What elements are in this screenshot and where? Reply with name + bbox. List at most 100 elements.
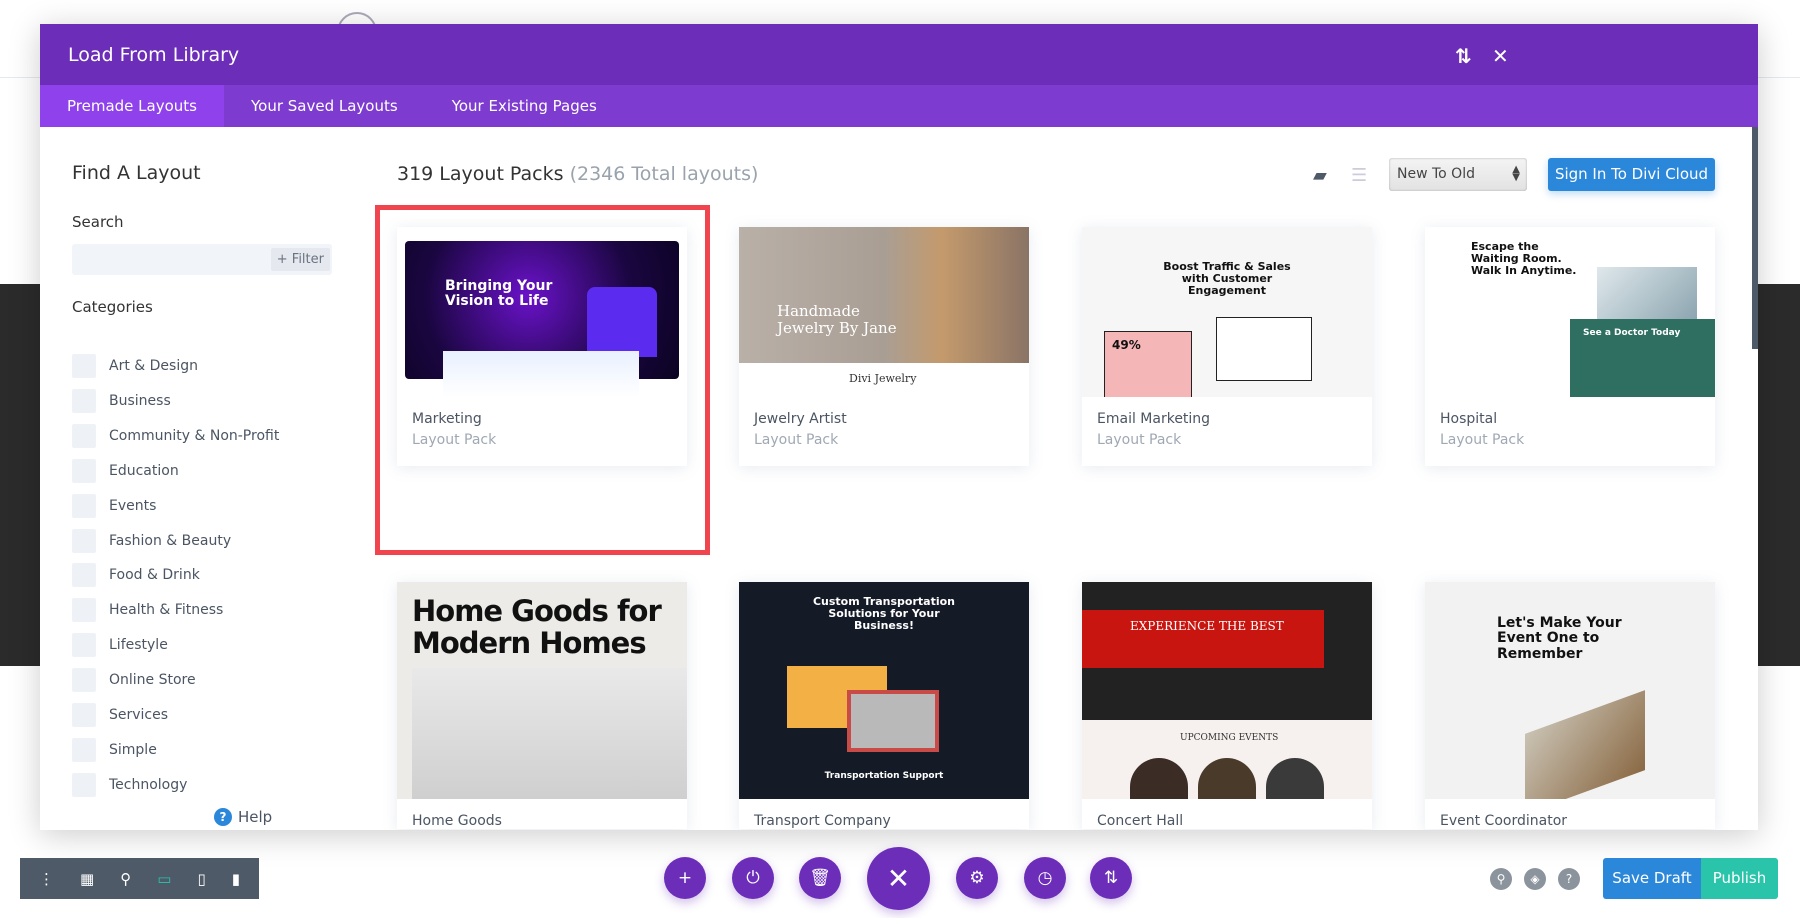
category-checkbox[interactable] bbox=[72, 668, 96, 693]
category-label: Simple bbox=[109, 741, 157, 758]
grid-view-icon[interactable]: ▰ bbox=[1313, 165, 1327, 186]
layout-card-email-marketing[interactable]: Boost Traffic & Sales with Customer Enga… bbox=[1082, 227, 1372, 466]
filter-button[interactable]: + Filter bbox=[270, 248, 330, 271]
scrollbar[interactable] bbox=[1752, 127, 1758, 349]
category-label: Food & Drink bbox=[109, 567, 200, 584]
category-item[interactable]: Services bbox=[72, 703, 168, 727]
help-icon[interactable]: ? bbox=[1558, 868, 1580, 890]
portability-icon[interactable]: ⏻ bbox=[732, 857, 774, 899]
tab-existing-pages[interactable]: Your Existing Pages bbox=[425, 85, 624, 127]
category-label: Online Store bbox=[109, 672, 196, 689]
trash-icon[interactable]: 🗑 bbox=[799, 857, 841, 899]
layout-card-event-coordinator[interactable]: Let's Make Your Event One to Remember Ev… bbox=[1425, 582, 1715, 829]
card-subtitle: Layout Pack bbox=[412, 432, 497, 448]
category-checkbox[interactable] bbox=[72, 633, 96, 658]
tab-bar: Premade Layouts Your Saved Layouts Your … bbox=[40, 85, 1758, 127]
close-icon[interactable]: ✕ bbox=[1492, 44, 1509, 68]
category-checkbox[interactable] bbox=[72, 458, 96, 483]
category-item[interactable]: Technology bbox=[72, 772, 187, 797]
history-icon[interactable]: ◷ bbox=[1024, 857, 1066, 899]
search-icon[interactable]: ⚲ bbox=[1490, 868, 1512, 890]
category-item[interactable]: Business bbox=[72, 388, 171, 413]
category-label: Education bbox=[109, 462, 179, 479]
category-checkbox[interactable] bbox=[72, 354, 96, 378]
category-item[interactable]: Education bbox=[72, 458, 179, 483]
card-subtitle: Layout Pack bbox=[1097, 432, 1182, 448]
search-input[interactable]: + Filter bbox=[72, 244, 332, 275]
settings-icon[interactable]: ⚙ bbox=[956, 857, 998, 899]
category-checkbox[interactable] bbox=[72, 493, 96, 518]
desktop-view-icon[interactable]: ▭ bbox=[157, 870, 171, 888]
card-thumbnail: Home Goods for Modern Homes bbox=[397, 582, 687, 799]
category-checkbox[interactable] bbox=[72, 388, 96, 413]
category-item[interactable]: Events bbox=[72, 493, 157, 518]
category-item[interactable]: Simple bbox=[72, 737, 157, 762]
search-label: Search bbox=[72, 213, 124, 231]
close-button[interactable]: ✕ bbox=[867, 847, 930, 910]
card-thumbnail: Let's Make Your Event One to Remember bbox=[1425, 582, 1715, 799]
pack-count: 319 Layout Packs bbox=[397, 163, 564, 185]
publish-button[interactable]: Publish bbox=[1701, 858, 1778, 899]
find-layout-heading: Find A Layout bbox=[72, 162, 201, 184]
layers-icon[interactable]: ◈ bbox=[1524, 868, 1546, 890]
sort-select[interactable]: New To Old ▲ ▼ bbox=[1389, 158, 1527, 191]
layout-card-jewelry-artist[interactable]: Handmade Jewelry By Jane Divi Jewelry Je… bbox=[739, 227, 1029, 466]
category-label: Art & Design bbox=[109, 358, 198, 374]
layout-card-concert-hall[interactable]: EXPERIENCE THE BEST UPCOMING EVENTS Conc… bbox=[1082, 582, 1372, 829]
sort-icon[interactable]: ⇅ bbox=[1090, 857, 1132, 899]
phone-view-icon[interactable]: ▮ bbox=[232, 870, 240, 888]
category-item[interactable]: Community & Non-Profit bbox=[72, 423, 279, 448]
sign-in-divi-cloud-button[interactable]: Sign In To Divi Cloud bbox=[1548, 158, 1715, 191]
category-item[interactable]: Art & Design bbox=[72, 354, 198, 378]
card-title: Marketing bbox=[412, 411, 482, 427]
thumb-subheadline: Divi Jewelry bbox=[849, 372, 917, 385]
category-label: Events bbox=[109, 497, 157, 514]
tablet-view-icon[interactable]: ▯ bbox=[197, 870, 205, 888]
tab-premade-layouts[interactable]: Premade Layouts bbox=[40, 85, 224, 127]
category-label: Lifestyle bbox=[109, 637, 168, 654]
thumb-headline: Escape the Waiting Room. Walk In Anytime… bbox=[1471, 240, 1577, 278]
layout-card-home-goods[interactable]: Home Goods for Modern Homes Home Goods bbox=[397, 582, 687, 829]
add-button[interactable]: + bbox=[664, 857, 706, 899]
categories-label: Categories bbox=[72, 298, 153, 316]
category-checkbox[interactable] bbox=[72, 528, 96, 553]
zoom-icon[interactable]: ⚲ bbox=[120, 870, 131, 888]
category-checkbox[interactable] bbox=[72, 423, 96, 448]
help-link[interactable]: ? Help bbox=[214, 808, 272, 826]
card-title: Email Marketing bbox=[1097, 411, 1211, 427]
card-title: Concert Hall bbox=[1097, 813, 1184, 829]
card-title: Home Goods bbox=[412, 813, 502, 829]
thumb-headline: Let's Make Your Event One to Remember bbox=[1497, 615, 1622, 662]
category-checkbox[interactable] bbox=[72, 772, 96, 797]
list-view-icon[interactable]: ☰ bbox=[1351, 165, 1367, 186]
category-item[interactable]: Online Store bbox=[72, 668, 196, 693]
category-label: Health & Fitness bbox=[109, 602, 224, 619]
category-checkbox[interactable] bbox=[72, 737, 96, 762]
layout-count: 319 Layout Packs (2346 Total layouts) bbox=[397, 163, 758, 185]
load-from-library-modal: Load From Library ⇅ ✕ Premade Layouts Yo… bbox=[40, 24, 1758, 830]
help-icon: ? bbox=[214, 808, 232, 826]
category-item[interactable]: Lifestyle bbox=[72, 633, 168, 658]
layout-card-marketing[interactable]: Bringing Your Vision to Life Marketing L… bbox=[397, 227, 687, 466]
category-label: Business bbox=[109, 392, 171, 409]
layout-card-transport-company[interactable]: Custom Transportation Solutions for Your… bbox=[739, 582, 1029, 829]
wireframe-view-icon[interactable]: ▦ bbox=[80, 870, 94, 888]
view-toolbar: ⋮ ▦ ⚲ ▭ ▯ ▮ bbox=[20, 858, 259, 899]
sort-icon[interactable]: ⇅ bbox=[1455, 44, 1472, 68]
thumb-headline: EXPERIENCE THE BEST bbox=[1130, 619, 1284, 633]
category-checkbox[interactable] bbox=[72, 563, 96, 588]
thumb-stat: 49% bbox=[1112, 338, 1141, 352]
tab-saved-layouts[interactable]: Your Saved Layouts bbox=[224, 85, 425, 127]
layout-card-hospital[interactable]: Escape the Waiting Room. Walk In Anytime… bbox=[1425, 227, 1715, 466]
category-checkbox[interactable] bbox=[72, 703, 96, 727]
thumb-headline: Home Goods for Modern Homes bbox=[412, 594, 662, 660]
save-draft-button[interactable]: Save Draft bbox=[1603, 858, 1701, 899]
category-label: Services bbox=[109, 707, 169, 723]
more-options-icon[interactable]: ⋮ bbox=[39, 870, 54, 888]
thumb-subheadline: Transportation Support bbox=[824, 771, 944, 781]
category-item[interactable]: Fashion & Beauty bbox=[72, 528, 231, 553]
category-checkbox[interactable] bbox=[72, 598, 96, 623]
category-item[interactable]: Food & Drink bbox=[72, 563, 200, 588]
category-item[interactable]: Health & Fitness bbox=[72, 598, 224, 623]
card-subtitle: Layout Pack bbox=[754, 432, 839, 448]
